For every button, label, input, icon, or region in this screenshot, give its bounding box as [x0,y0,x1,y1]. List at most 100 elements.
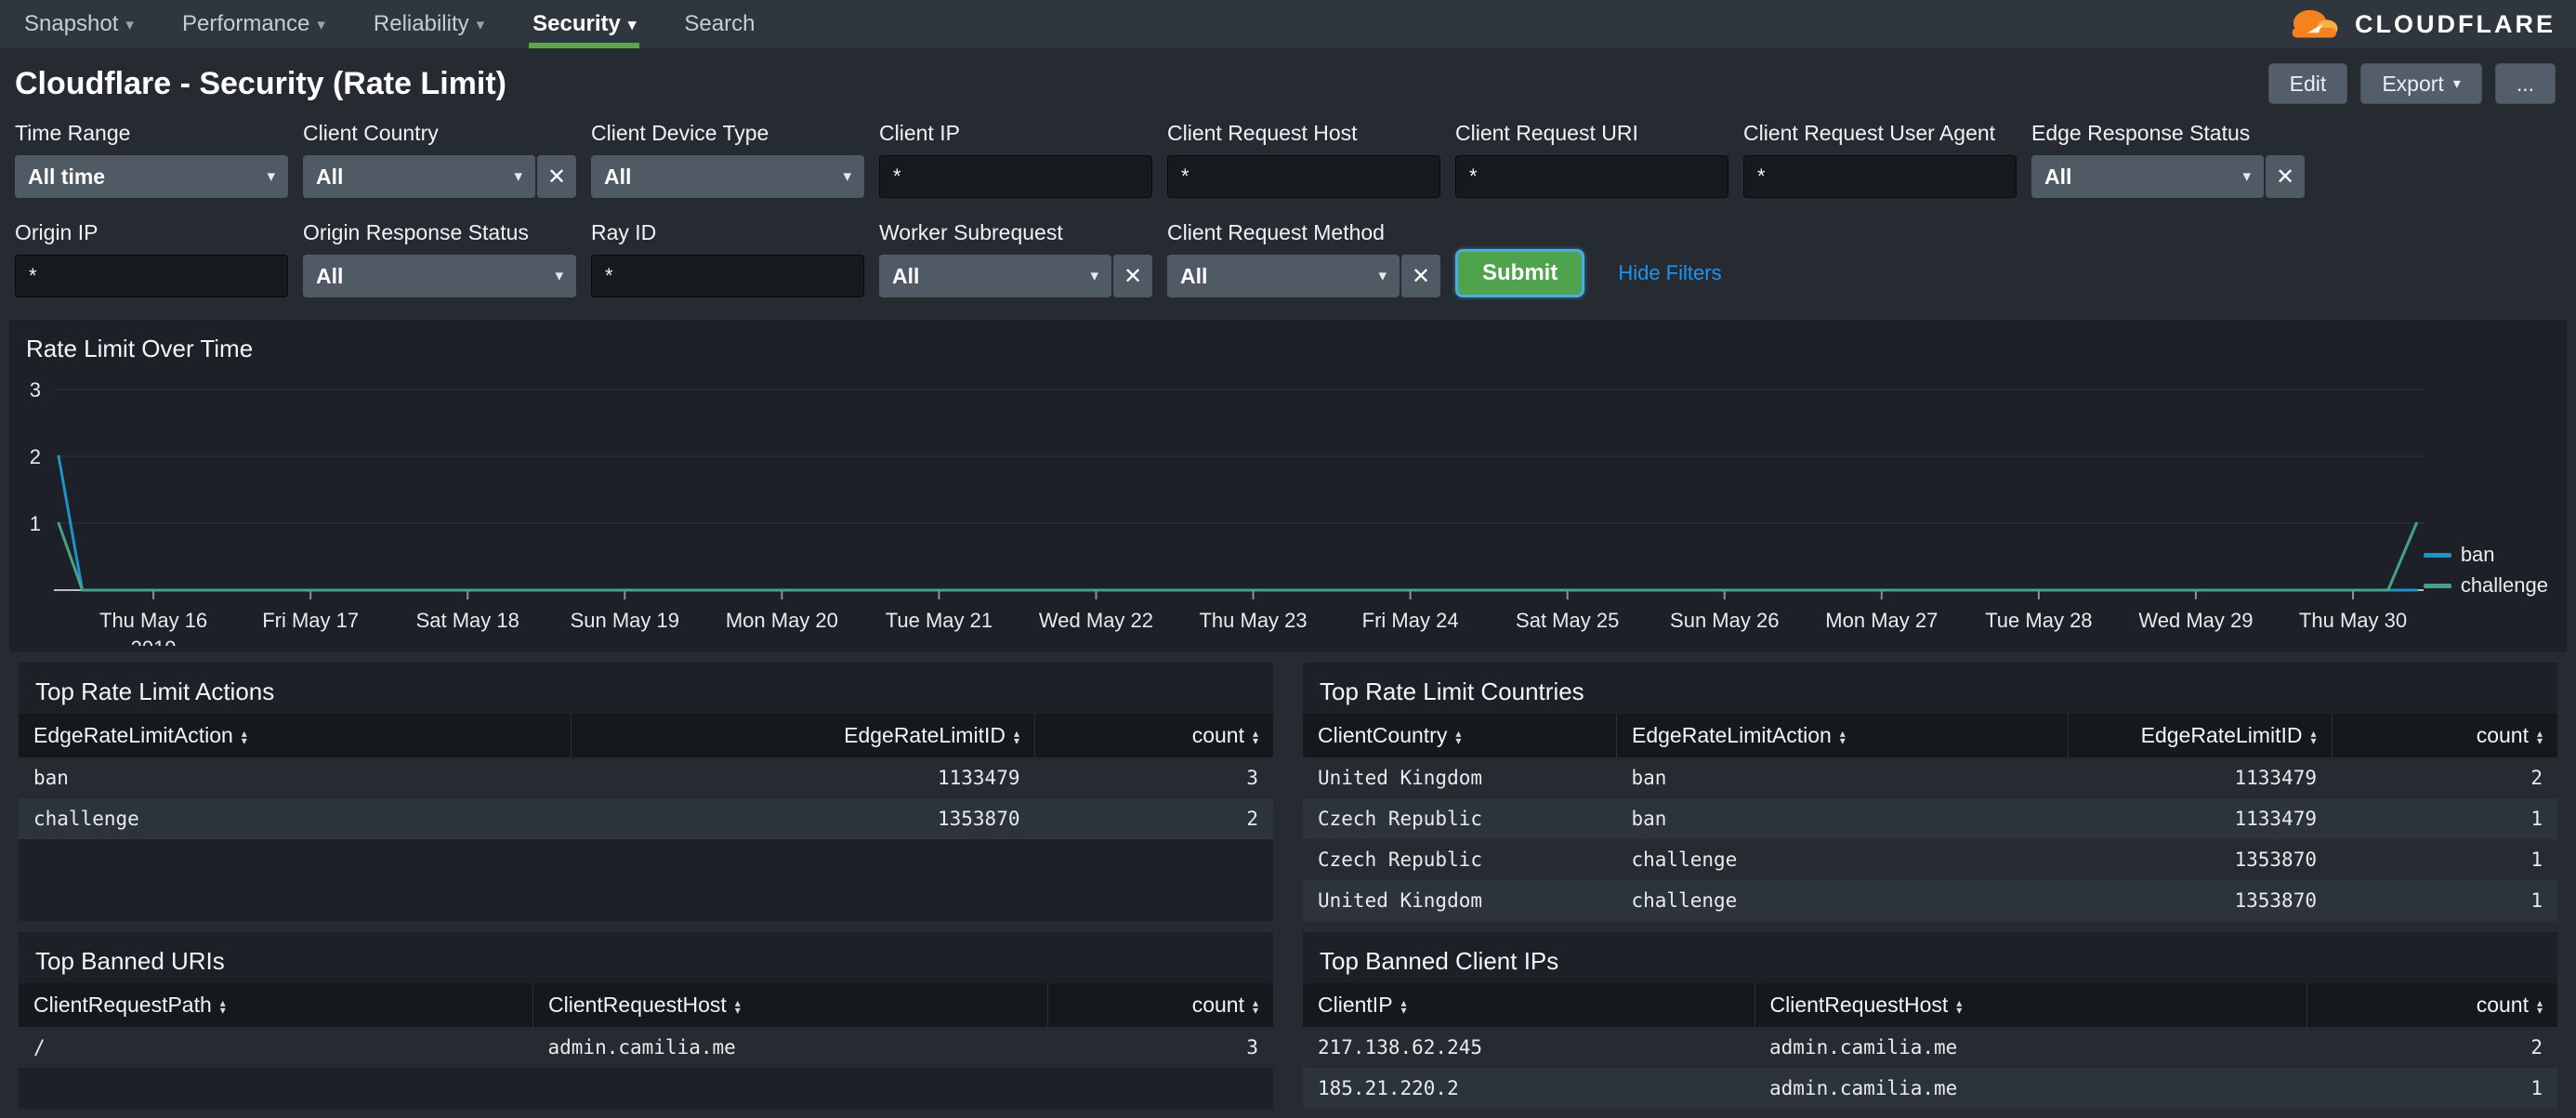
column-header-edgeratelimitid[interactable]: EdgeRateLimitID ▴ ▾ [2068,714,2333,757]
column-header-label: count [2476,993,2529,1017]
table-cell: 1 [2530,848,2543,871]
column-header-edgeratelimitaction[interactable]: EdgeRateLimitAction ▴ ▾ [1616,714,2069,757]
export-button[interactable]: Export ▾ [2360,63,2482,104]
panel-title: Top Rate Limit Countries [1320,677,1584,705]
svg-text:Tue May 28: Tue May 28 [1985,609,2092,632]
sort-icon: ▴ ▾ [1400,995,1407,1017]
filter-origin-ip: Origin IP [15,220,288,297]
table-cell: 1133479 [937,767,1020,789]
filter-edge-response-status: Edge Response Status All ▾ ✕ [2031,121,2305,198]
column-header-clientrequesthost[interactable]: ClientRequestHost ▴ ▾ [1755,983,2307,1027]
sort-icon: ▴ ▾ [1956,995,1963,1017]
column-header-label: count [2476,723,2529,747]
filter-client-request-uri: Client Request URI [1455,121,1728,198]
client-ip-input[interactable] [879,155,1152,198]
chart-legend: ban challenge [2423,543,2548,598]
nav-item-search[interactable]: Search [660,0,779,48]
filter-label: Client Request Host [1167,121,1358,145]
table-row[interactable]: 217.138.62.245 admin.camilia.me 2 [1303,1027,2557,1068]
ray-id-input[interactable] [591,255,864,297]
filter-ray-id: Ray ID [591,220,864,297]
table-row[interactable]: Czech Republic ban 1133479 1 [1303,798,2557,839]
table-row[interactable]: United Kingdom challenge 1353870 1 [1303,880,2557,921]
nav-item-label: Snapshot [24,11,119,36]
legend-item-challenge[interactable]: challenge [2423,573,2548,598]
edge-response-status-dropdown[interactable]: All ▾ [2031,155,2264,198]
table-cell: 2 [2530,1036,2543,1059]
nav-item-label: Security [532,11,621,36]
page-title: Cloudflare - Security (Rate Limit) [15,65,506,101]
filter-label: Origin Response Status [303,220,529,244]
column-header-label: ClientCountry [1318,723,1448,747]
svg-text:2019: 2019 [131,637,177,646]
panel-top-banned-client-ips: Top Banned Client IPs ClientIP ▴ ▾ ClientReq… [1303,932,2557,1109]
cloudflare-brand: CLOUDFLARE [2284,0,2576,48]
table-cell: ban [33,767,69,789]
time-range-dropdown[interactable]: All time ▾ [15,155,288,198]
filter-client-request-host: Client Request Host [1167,121,1440,198]
chevron-down-icon: ▾ [267,167,275,185]
table-row[interactable]: United Kingdom ban 1133479 2 [1303,757,2557,798]
column-header-clientrequestpath[interactable]: ClientRequestPath ▴ ▾ [19,983,533,1027]
edit-button[interactable]: Edit [2267,63,2348,104]
filter-label: Origin IP [15,220,99,244]
client-request-method-clear-button[interactable]: ✕ [1401,255,1440,297]
nav-item-performance[interactable]: Performance ▾ [158,0,349,48]
edge-response-status-clear-button[interactable]: ✕ [2266,155,2305,198]
column-header-clientcountry[interactable]: ClientCountry ▴ ▾ [1303,714,1617,757]
column-header-count[interactable]: count ▴ ▾ [2332,714,2557,757]
table-row[interactable]: ban 1133479 3 [19,757,1273,798]
table-cell: admin.camilia.me [1769,1077,1958,1099]
legend-swatch [2423,552,2451,558]
svg-text:Thu May 23: Thu May 23 [1199,609,1307,632]
client-request-host-input[interactable] [1167,155,1440,198]
table-row[interactable]: 185.21.220.2 admin.camilia.me 1 [1303,1068,2557,1109]
column-header-clientrequesthost[interactable]: ClientRequestHost ▴ ▾ [532,983,1048,1027]
legend-label: ban [2460,543,2495,566]
client-country-dropdown[interactable]: All ▾ [303,155,535,198]
filter-actions: Submit Hide Filters [1455,249,1722,297]
legend-item-ban[interactable]: ban [2423,543,2548,567]
filter-label: Ray ID [591,220,657,244]
hide-filters-link[interactable]: Hide Filters [1618,261,1721,285]
nav-item-security[interactable]: Security ▾ [508,0,660,48]
table-cell: 1 [2530,1077,2543,1099]
column-header-label: EdgeRateLimitID [2140,723,2303,747]
svg-text:Fri May 24: Fri May 24 [1362,609,1459,632]
nav-item-reliability[interactable]: Reliability ▾ [349,0,508,48]
origin-ip-input[interactable] [15,255,288,297]
client-request-uri-input[interactable] [1455,155,1728,198]
table-cell: 217.138.62.245 [1318,1036,1483,1059]
svg-text:Fri May 17: Fri May 17 [262,609,359,632]
column-header-edgeratelimitid[interactable]: EdgeRateLimitID ▴ ▾ [571,714,1035,757]
filter-label: Edge Response Status [2031,121,2251,145]
chart-title: Rate Limit Over Time [26,335,254,362]
more-button[interactable]: ... [2494,63,2556,104]
chevron-down-icon: ▾ [514,167,522,185]
filter-client-country: Client Country All ▾ ✕ [303,121,576,198]
table-row[interactable]: / admin.camilia.me 3 [19,1027,1273,1068]
svg-text:2: 2 [30,445,41,468]
client-country-clear-button[interactable]: ✕ [537,155,576,198]
column-header-count[interactable]: count ▴ ▾ [2307,983,2557,1027]
column-header-count[interactable]: count ▴ ▾ [1034,714,1273,757]
table-cell: 1353870 [2234,889,2317,912]
nav-item-snapshot[interactable]: Snapshot ▾ [0,0,158,48]
column-header-clientip[interactable]: ClientIP ▴ ▾ [1303,983,1755,1027]
filter-row-1: Time Range All time ▾ Client Country All ▾ ✕ Cl… [15,121,2561,198]
client-device-type-dropdown[interactable]: All ▾ [591,155,864,198]
submit-button[interactable]: Submit [1455,249,1585,297]
column-header-count[interactable]: count ▴ ▾ [1047,983,1273,1027]
sort-icon: ▴ ▾ [241,726,247,747]
filter-client-device-type: Client Device Type All ▾ [591,121,864,198]
worker-subrequest-clear-button[interactable]: ✕ [1113,255,1152,297]
client-request-user-agent-input[interactable] [1743,155,2017,198]
filter-worker-subrequest: Worker Subrequest All ▾ ✕ [879,220,1152,297]
client-request-method-dropdown[interactable]: All ▾ [1167,255,1400,297]
origin-response-status-dropdown[interactable]: All ▾ [303,255,576,297]
table-row[interactable]: challenge 1353870 2 [19,798,1273,839]
top-nav: Snapshot ▾ Performance ▾ Reliability ▾ Securit… [0,0,2576,48]
worker-subrequest-dropdown[interactable]: All ▾ [879,255,1111,297]
column-header-edgeratelimitaction[interactable]: EdgeRateLimitAction ▴ ▾ [19,714,572,757]
table-row[interactable]: Czech Republic challenge 1353870 1 [1303,839,2557,880]
